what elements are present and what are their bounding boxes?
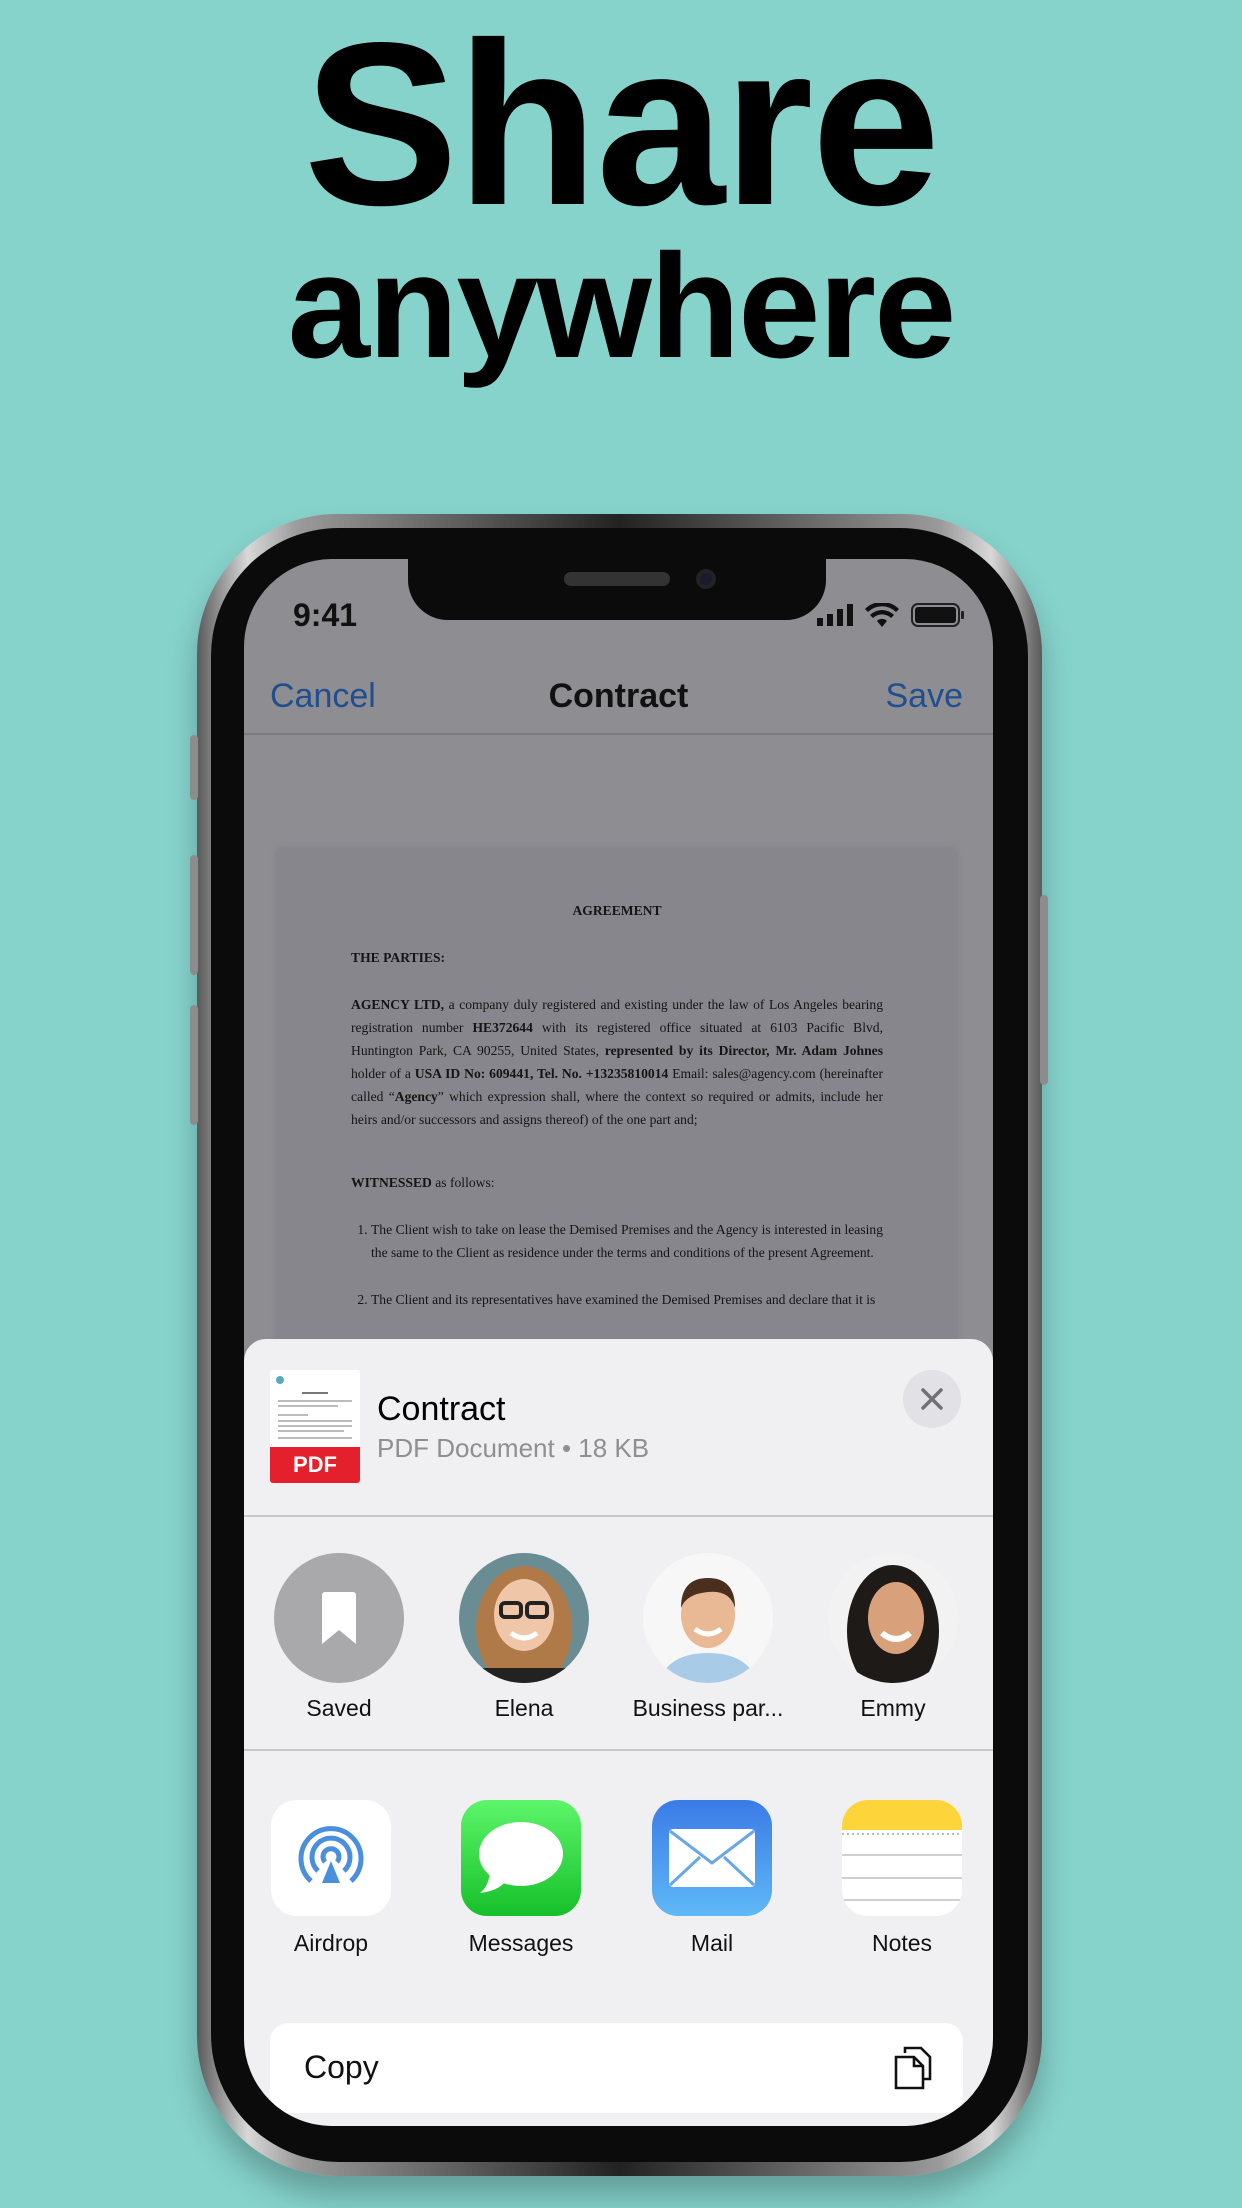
battery-icon <box>911 603 964 627</box>
power-button <box>1040 895 1048 1085</box>
camera-icon <box>696 569 716 589</box>
contact-elena[interactable]: Elena <box>432 1553 616 1722</box>
wifi-icon <box>865 603 899 627</box>
cancel-button[interactable]: Cancel <box>270 677 376 716</box>
close-button[interactable] <box>903 1370 961 1428</box>
share-sheet: PDF Contract PDF Document • 18 KB Saved … <box>244 1339 993 2126</box>
document-title: AGREEMENT <box>572 903 662 918</box>
list-item: The Client and its representatives have … <box>371 1288 883 1311</box>
status-time: 9:41 <box>293 597 358 633</box>
file-thumbnail: PDF <box>270 1370 360 1483</box>
app-notes[interactable]: Notes <box>807 1800 993 1957</box>
section-heading: WITNESSED as follows: <box>351 1175 495 1190</box>
avatar <box>643 1553 773 1683</box>
pdf-badge: PDF <box>270 1447 360 1483</box>
contact-emmy[interactable]: Emmy <box>801 1553 985 1722</box>
app-airdrop[interactable]: Airdrop <box>244 1800 426 1957</box>
contact-saved[interactable]: Saved <box>247 1553 431 1722</box>
list-item: The Client wish to take on lease the Dem… <box>371 1218 883 1264</box>
document-page: AGREEMENT THE PARTIES: AGENCY LTD, a com… <box>277 849 956 1409</box>
file-name: Contract <box>377 1390 506 1428</box>
avatar <box>459 1553 589 1683</box>
volume-up-button <box>190 855 198 975</box>
avatar <box>828 1553 958 1683</box>
airdrop-icon <box>298 1826 364 1883</box>
nav-bar: Cancel Contract Save <box>244 659 993 735</box>
section-heading: THE PARTIES: <box>351 950 446 965</box>
save-button[interactable]: Save <box>886 677 964 716</box>
notes-icon <box>842 1800 962 1901</box>
cellular-signal-icon <box>817 604 853 626</box>
headline-title: Share <box>303 0 941 254</box>
app-mail[interactable]: Mail <box>617 1800 807 1957</box>
copy-label: Copy <box>304 2049 379 2085</box>
notch <box>408 559 826 620</box>
contact-business-partner[interactable]: Business par... <box>616 1553 800 1722</box>
copy-icon <box>894 2046 932 2090</box>
headline-subtitle: anywhere <box>287 224 957 389</box>
silent-switch <box>190 735 198 800</box>
file-meta: PDF Document • 18 KB <box>377 1433 650 1463</box>
messages-icon <box>479 1822 563 1893</box>
bookmark-icon <box>322 1592 356 1644</box>
volume-down-button <box>190 1005 198 1125</box>
mail-icon <box>668 1829 756 1887</box>
close-icon <box>921 1388 943 1410</box>
app-messages[interactable]: Messages <box>426 1800 616 1957</box>
parties-paragraph: AGENCY LTD, a company duly registered an… <box>351 997 883 1127</box>
copy-button[interactable]: Copy <box>270 2023 963 2113</box>
phone-screen: 9:41 Cancel Contract Save AGREEMENT THE … <box>244 559 993 2126</box>
